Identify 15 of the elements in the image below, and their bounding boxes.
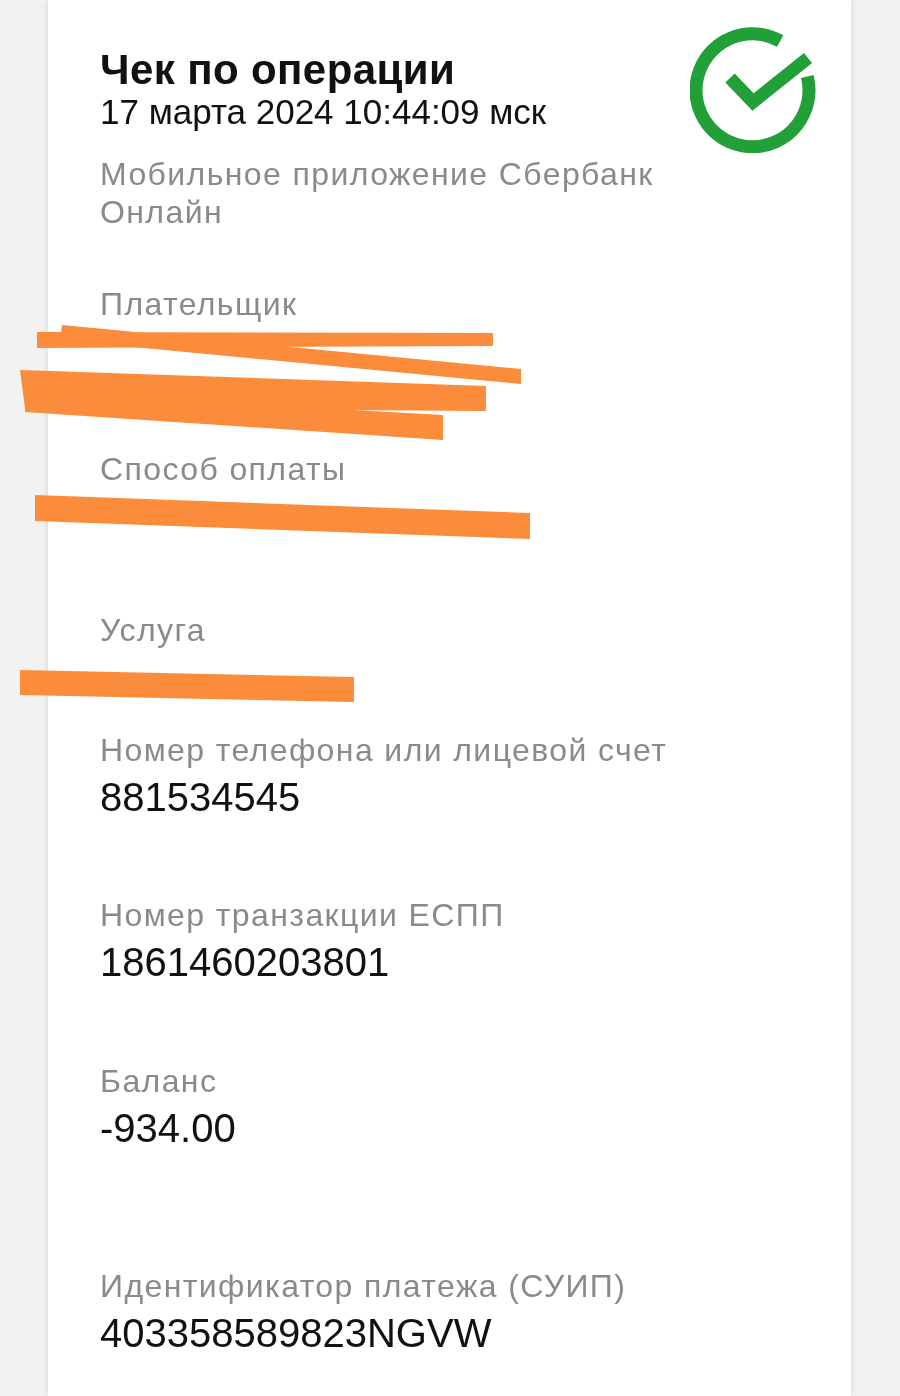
receipt-source: Мобильное приложение Сбербанк Онлайн — [100, 155, 655, 231]
receipt-title: Чек по операции — [100, 48, 457, 92]
field-value: 1861460203801 — [100, 939, 391, 986]
field-label: Услуга — [100, 611, 208, 650]
field-value: 881534545 — [100, 774, 302, 821]
field-label: Баланс — [100, 1062, 219, 1101]
field-label: Номер телефона или лицевой счет — [100, 731, 669, 770]
field-value: 403358589823NGVW — [100, 1310, 493, 1357]
field-label: Способ оплаты — [100, 450, 348, 489]
receipt-datetime: 17 марта 2024 10:44:09 мск — [100, 92, 548, 132]
field-value: -934.00 — [100, 1105, 237, 1152]
field-label: Идентификатор платежа (СУИП) — [100, 1267, 628, 1306]
field-label: Плательщик — [100, 285, 299, 324]
field-label: Номер транзакции ЕСПП — [100, 896, 506, 935]
check-circle-icon — [690, 27, 816, 153]
